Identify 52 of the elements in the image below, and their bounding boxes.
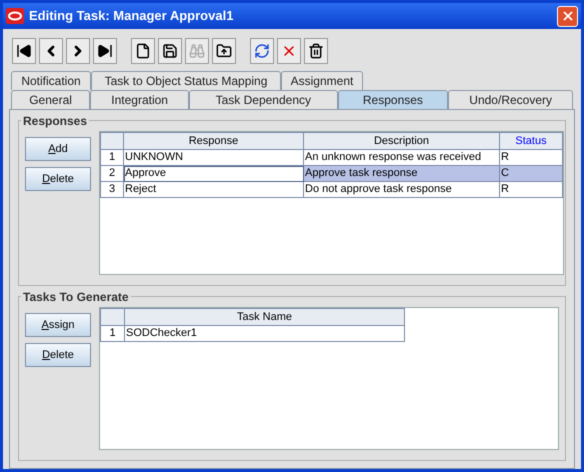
table-cell[interactable]: UNKNOWN	[124, 150, 304, 166]
table-cell[interactable]: Reject	[124, 182, 304, 198]
row-number: 3	[100, 182, 124, 198]
action-button[interactable]: Add	[25, 137, 91, 161]
save-icon	[162, 43, 178, 59]
trash-icon	[308, 43, 324, 59]
action-button[interactable]: Delete	[25, 343, 91, 367]
column-header[interactable]: Task Name	[125, 308, 405, 326]
tab[interactable]: Integration	[90, 90, 190, 109]
tab[interactable]: Undo/Recovery	[448, 90, 573, 109]
window-title: Editing Task: Manager Approval1	[29, 7, 234, 26]
table-cell[interactable]: Approve	[124, 166, 304, 182]
row-number: 1	[100, 326, 125, 342]
toolbar-button[interactable]	[66, 38, 90, 64]
toolbar-button[interactable]	[304, 38, 328, 64]
logo-icon	[6, 8, 24, 24]
table-cell[interactable]: An unknown response was received	[304, 150, 500, 166]
toolbar-button[interactable]	[12, 38, 36, 64]
document-icon	[135, 43, 151, 59]
table-cell[interactable]: R	[500, 182, 563, 198]
tab[interactable]: Notification	[11, 71, 91, 90]
tab[interactable]: Task Dependency	[189, 90, 338, 109]
toolbar-button[interactable]	[158, 38, 182, 64]
table-cell[interactable]: C	[500, 166, 563, 182]
column-header[interactable]: Description	[304, 132, 500, 150]
last-icon	[97, 43, 113, 59]
close-button[interactable]	[557, 6, 578, 26]
folder-icon	[216, 43, 232, 59]
row-number: 1	[100, 150, 124, 166]
tab[interactable]: Assignment	[281, 71, 363, 90]
tab[interactable]: General	[11, 90, 90, 109]
tab[interactable]: Task to Object Status Mapping	[91, 71, 281, 90]
table-cell[interactable]: Do not approve task response	[304, 182, 500, 198]
corner-header	[100, 308, 125, 326]
action-button[interactable]: Delete	[25, 167, 91, 191]
toolbar-button[interactable]	[39, 38, 63, 64]
corner-header	[100, 132, 124, 150]
table-cell[interactable]: R	[500, 150, 563, 166]
column-header[interactable]: Response	[124, 132, 304, 150]
action-button[interactable]: Assign	[25, 313, 91, 337]
row-number: 2	[100, 166, 124, 182]
toolbar-button[interactable]	[93, 38, 117, 64]
column-header[interactable]: Status	[500, 132, 563, 150]
table-cell[interactable]: SODChecker1	[125, 326, 405, 342]
tab[interactable]: Responses	[338, 90, 448, 109]
toolbar-button[interactable]	[212, 38, 236, 64]
first-icon	[16, 43, 32, 59]
close-icon	[560, 9, 574, 23]
binoculars-icon	[189, 43, 205, 59]
table-cell[interactable]: Approve task response	[304, 166, 500, 182]
refresh-icon	[254, 43, 270, 59]
toolbar-button[interactable]	[131, 38, 155, 64]
